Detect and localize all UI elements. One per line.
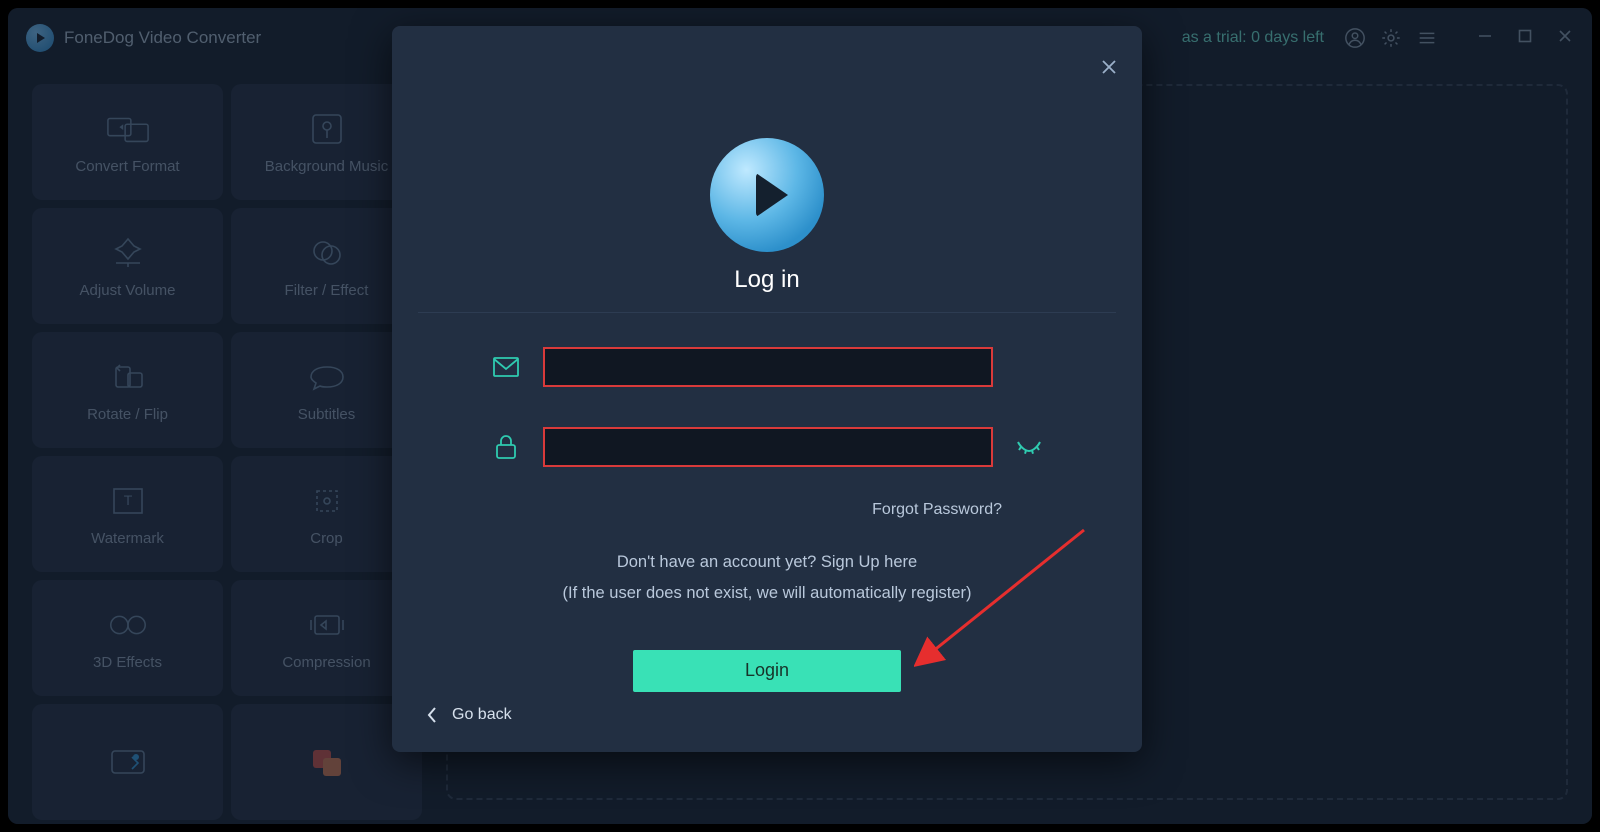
go-back-button[interactable]: Go back xyxy=(426,706,512,724)
show-password-icon[interactable] xyxy=(1015,439,1043,455)
modal-close-button[interactable] xyxy=(1098,56,1120,78)
signup-text[interactable]: Don't have an account yet? Sign Up here xyxy=(392,547,1142,578)
modal-title: Log in xyxy=(392,266,1142,294)
divider xyxy=(418,312,1116,313)
login-modal: Log in Forgot Password? Don't have an ac… xyxy=(392,26,1142,752)
email-input[interactable] xyxy=(543,347,993,387)
modal-logo-icon xyxy=(710,138,824,252)
lock-icon xyxy=(491,434,521,460)
auto-register-note: (If the user does not exist, we will aut… xyxy=(392,578,1142,609)
forgot-password-link[interactable]: Forgot Password? xyxy=(392,501,1002,519)
email-icon xyxy=(491,357,521,377)
go-back-label: Go back xyxy=(452,706,512,724)
password-input[interactable] xyxy=(543,427,993,467)
login-button[interactable]: Login xyxy=(633,650,901,692)
